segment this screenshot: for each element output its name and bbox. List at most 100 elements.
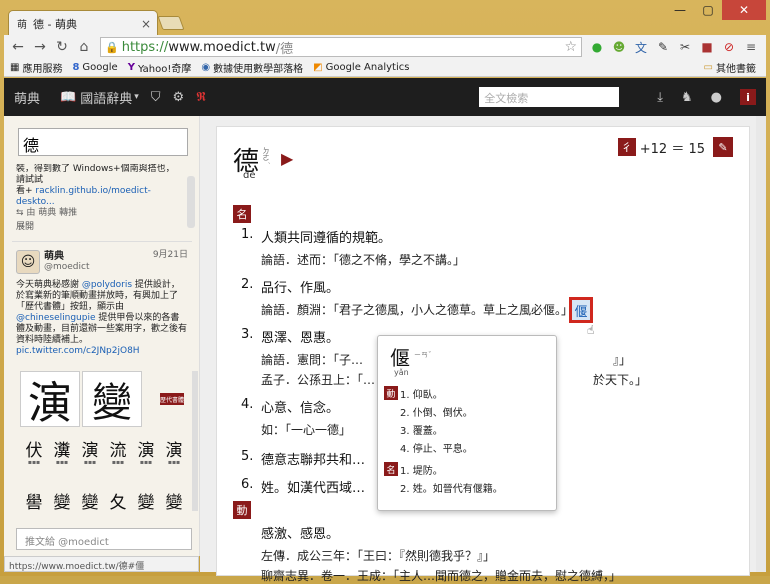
avatar[interactable]: ☺	[16, 250, 40, 274]
browser-tab[interactable]: 萌 德 - 萌典 ×	[8, 10, 158, 36]
folder-icon: ▭	[703, 62, 713, 73]
word-search-input[interactable]: 德	[18, 128, 188, 156]
bookmark-other[interactable]: ▭ 其他書籤	[704, 60, 756, 75]
bookmark-google[interactable]: 8 Google	[72, 62, 117, 73]
stroke-info: 彳 +12 ＝ 15 ✎	[617, 137, 733, 157]
def-example: 如：「一心一德」	[261, 423, 352, 437]
stroke-order-pencil-icon[interactable]: ✎	[713, 137, 733, 157]
def-example: 論語．述而：「德之不脩，學之不講。」	[261, 253, 466, 267]
extension-alert-icon[interactable]: ⊘	[718, 37, 740, 57]
glyph-image: 演	[20, 371, 80, 429]
expand-link[interactable]: 展開	[16, 222, 186, 233]
glyph: 嚳	[25, 492, 43, 513]
def-number: 3.	[241, 327, 254, 342]
minimize-icon[interactable]: —	[666, 0, 694, 20]
tooltip-pos-noun: 名	[384, 462, 398, 476]
def-number: 4.	[241, 397, 254, 412]
bookmark-label: 其他書籤	[716, 64, 756, 75]
apple-icon[interactable]: ●	[711, 90, 722, 105]
def-example: 論語．憲問：「子…	[261, 353, 364, 367]
caption-bar: ▪▪▪	[111, 459, 125, 466]
tweet-date[interactable]: 9月21日	[153, 250, 188, 261]
bookmark-blog[interactable]: ◉ 數據使用數學部落格	[201, 60, 303, 75]
def-example-tail: 於天下。」	[593, 373, 648, 387]
blog-icon: ◉	[201, 62, 211, 73]
settings-gears-icon[interactable]: ⚙	[173, 90, 185, 105]
tweet-mention[interactable]: @chineselingupie	[16, 313, 96, 323]
bookmark-yahoo[interactable]: Y Yahoo!奇摩	[128, 60, 192, 75]
tweet-author[interactable]: 萌典	[44, 251, 90, 262]
android-icon[interactable]: ♞	[681, 90, 693, 105]
bookmark-apps[interactable]: ▦ 應用服務	[10, 60, 62, 75]
reload-icon[interactable]: ↻	[52, 37, 72, 57]
tweet-image[interactable]: 演 變 歷代書體 伏 瀵 演 流 演 演 ▪▪▪ ▪▪▪ ▪▪▪ ▪▪▪ ▪▪▪ ▪▪▪ …	[20, 371, 188, 521]
glyph: 瀵	[53, 440, 71, 461]
tweet-mention[interactable]: @polydoris	[82, 280, 132, 290]
app-logo[interactable]: 萌典	[14, 88, 40, 107]
bookmarks-bar: ▦ 應用服務 8 Google Y Yahoo!奇摩 ◉ 數據使用數學部落格 ◩…	[4, 59, 766, 77]
def-text: 姓。如漢代西域…	[261, 481, 366, 496]
glyph: 變	[137, 492, 155, 513]
def-text: 人類共同遵循的規範。	[261, 231, 392, 246]
extension-face-icon[interactable]: ☻	[608, 37, 630, 57]
caption-bar: ▪▪▪	[83, 459, 97, 466]
maximize-icon[interactable]: ▢	[694, 0, 722, 20]
bookmark-icon[interactable]: ⛉	[151, 90, 161, 105]
window-close-icon[interactable]: ✕	[722, 0, 766, 20]
def-example: 孟子．公孫丑上：「…	[261, 373, 376, 387]
extension-translate-icon[interactable]: 文	[630, 37, 652, 57]
retweet-line: ⇆ 由 萌典 轉推	[16, 208, 78, 218]
radical-badge[interactable]: 彳	[617, 138, 636, 156]
tweet-text: 今天萌典秘感謝	[16, 280, 82, 290]
apps-grid-icon: ▦	[10, 62, 20, 73]
google-icon: 8	[72, 62, 80, 73]
bookmark-star-icon[interactable]: ☆	[564, 39, 577, 55]
bookmark-label: Google Analytics	[325, 62, 410, 73]
tooltip-def: 3. 覆蓋。	[400, 426, 443, 437]
glyph: 演	[81, 440, 99, 461]
forward-icon[interactable]: →	[30, 37, 50, 57]
tab-close-icon[interactable]: ×	[141, 17, 151, 31]
tooltip-def: 4. 停止、平息。	[400, 444, 473, 455]
bookmark-label: 數據使用數學部落格	[213, 64, 304, 75]
main-scrollbar[interactable]	[756, 116, 766, 572]
fulltext-search-input[interactable]: 全文檢索	[479, 87, 620, 107]
twitter-feed-top: 裝，得到數了 Windows+個南與搭也， 請試試 看+ racklin.git…	[16, 164, 186, 236]
extension-tool-icon[interactable]: ✎	[652, 37, 674, 57]
tooltip-def: 1. 仰臥。	[400, 390, 443, 401]
tab-title: 德 - 萌典	[33, 17, 77, 31]
tweet-pic-link[interactable]: pic.twitter.com/c2JNp2jO8H	[16, 346, 188, 357]
address-bar[interactable]: 🔒 https:// www.moedict.tw /德 ☆	[100, 37, 582, 57]
browser-toolbar: ← → ↻ ⌂ 🔒 https:// www.moedict.tw /德 ☆ ●…	[4, 35, 766, 59]
feed-link[interactable]: racklin.github.io/moedict-deskto...	[16, 186, 151, 207]
def-text: 心意、信念。	[261, 401, 340, 416]
moedict-favicon-icon: 萌	[17, 20, 27, 31]
glyph-row: 嚳 變 變 夂 變 變	[20, 489, 188, 513]
play-audio-icon[interactable]: ▶	[281, 149, 293, 168]
info-icon[interactable]: i	[740, 89, 756, 105]
browser-window: 萌 德 - 萌典 × — ▢ ✕ ← → ↻ ⌂ 🔒 https:// www.…	[0, 0, 770, 583]
extension-book-icon[interactable]: ■	[696, 37, 718, 57]
download-icon[interactable]: ⤓	[657, 90, 663, 105]
highlighted-character-link[interactable]: 偃	[569, 297, 593, 323]
tweet-scrollbar[interactable]	[192, 371, 198, 511]
glyph: 夂	[109, 492, 127, 513]
home-icon[interactable]: ⌂	[74, 37, 94, 57]
feed-scrollbar[interactable]	[187, 176, 195, 228]
main-content: 德 ㄉㄜˊ ▶ dé 彳 +12 ＝ 15 ✎ 名 1. 人類共同遵循的規範。 …	[200, 116, 766, 583]
bookmark-analytics[interactable]: ◩ Google Analytics	[313, 62, 409, 73]
verb-definition: 感激、感恩。	[261, 527, 340, 542]
tweet-handle[interactable]: @moedict	[44, 262, 90, 273]
new-tab-button[interactable]	[157, 16, 185, 30]
def-example-tail: 』」	[613, 353, 632, 367]
tweet-input[interactable]: 推文給 @moedict	[16, 528, 192, 550]
radical-icon[interactable]: 𝕽	[196, 90, 206, 105]
chrome-menu-icon[interactable]: ≡	[740, 37, 762, 57]
bookmark-label: Google	[82, 62, 118, 73]
extension-clip-icon[interactable]: ✂	[674, 37, 696, 57]
back-icon[interactable]: ←	[8, 37, 28, 57]
tweet: ☺ 萌典 @moedict 9月21日 今天萌典秘感謝 @polydoris 提…	[16, 250, 188, 357]
dictionary-dropdown[interactable]: 📖 國語辭典 ▾	[60, 88, 139, 107]
extension-bulb-icon[interactable]: ●	[586, 37, 608, 57]
glyph: 變	[81, 492, 99, 513]
